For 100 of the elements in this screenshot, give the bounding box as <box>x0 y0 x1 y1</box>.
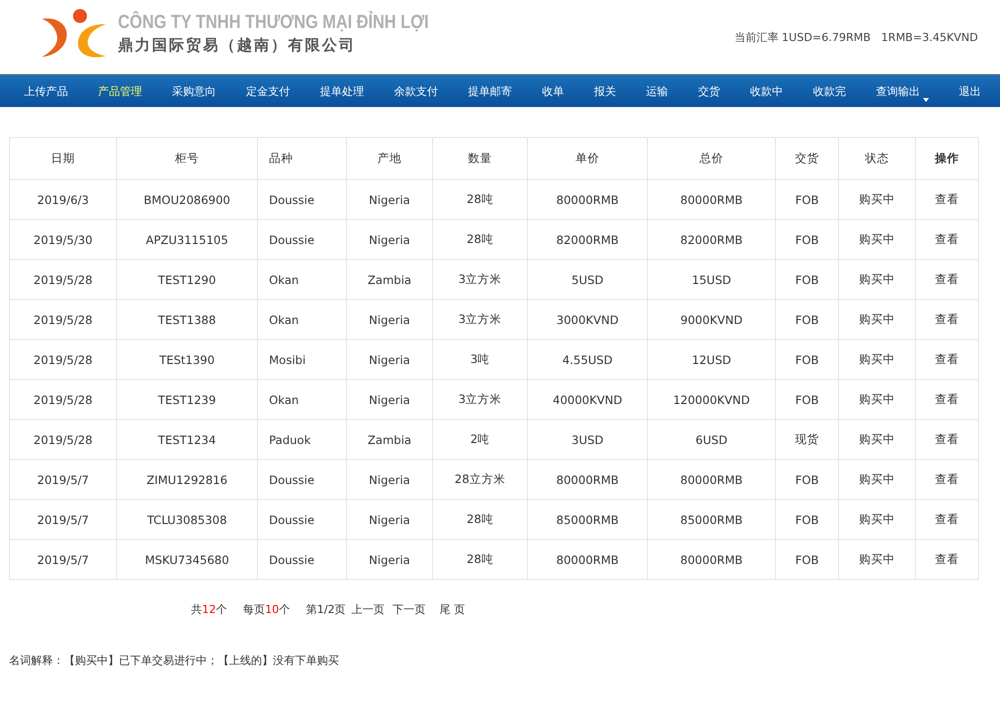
nav-link[interactable]: 查询输出 <box>876 84 929 98</box>
table-cell: 购买中 <box>859 192 895 206</box>
column-header: 状态 <box>838 138 916 180</box>
table-cell: BMOU2086900 <box>144 192 230 206</box>
view-link[interactable]: 查看 <box>935 232 959 246</box>
table-cell: 购买中 <box>859 432 895 446</box>
previous-page-link[interactable]: 上一页 <box>352 602 385 617</box>
table-cell: 3立方米 <box>458 392 502 406</box>
table-cell: 2019/5/7 <box>37 552 89 566</box>
table-cell: 82000RMB <box>556 232 619 246</box>
table-cell: 购买中 <box>859 392 895 406</box>
table-cell: Doussie <box>269 192 314 206</box>
view-link[interactable]: 查看 <box>935 312 959 326</box>
table-cell: 4.55USD <box>562 352 613 366</box>
table-cell: Mosibi <box>269 352 306 366</box>
nav-link[interactable]: 产品管理 <box>98 84 142 98</box>
last-page-link[interactable]: 尾 页 <box>440 602 466 617</box>
table-cell: Zambia <box>368 432 412 446</box>
table-cell: 2019/5/28 <box>34 272 92 286</box>
table-cell: 28吨 <box>466 192 494 206</box>
view-link[interactable]: 查看 <box>935 472 959 486</box>
table-cell: 80000RMB <box>680 192 743 206</box>
column-header: 单价 <box>528 138 648 180</box>
table-cell: 2019/5/28 <box>34 312 92 326</box>
table-cell: Nigeria <box>368 352 410 366</box>
nav-link[interactable]: 上传产品 <box>24 84 68 98</box>
view-link[interactable]: 查看 <box>935 552 959 566</box>
table-cell: 2吨 <box>470 432 490 446</box>
table-cell: 6USD <box>696 432 728 446</box>
table-cell: 购买中 <box>859 472 895 486</box>
nav-link[interactable]: 收款完 <box>813 84 846 98</box>
table-cell: Doussie <box>269 232 314 246</box>
table-cell: FOB <box>795 312 819 326</box>
company-name-vietnamese: CÔNG TY TNHH THƯƠNG MẠI ĐỈNH LỢI <box>118 12 429 34</box>
company-name-chinese: 鼎力国际贸易（越南）有限公司 <box>118 36 357 54</box>
table-cell: 80000RMB <box>680 472 743 486</box>
column-header: 产地 <box>346 138 432 180</box>
table-cell: Okan <box>269 312 299 326</box>
table-cell: Nigeria <box>368 512 410 526</box>
table-cell: 3立方米 <box>458 272 502 286</box>
table-cell: 3USD <box>572 432 604 446</box>
nav-link[interactable]: 提单处理 <box>320 84 364 98</box>
table-cell: 80000RMB <box>556 472 619 486</box>
table-cell: FOB <box>795 272 819 286</box>
nav-link[interactable]: 采购意向 <box>172 84 216 98</box>
nav-link[interactable]: 余款支付 <box>394 84 438 98</box>
view-link[interactable]: 查看 <box>935 352 959 366</box>
table-cell: 28立方米 <box>454 472 506 486</box>
table-cell: 9000KVND <box>680 312 743 326</box>
table-cell: MSKU7345680 <box>144 552 230 566</box>
view-link[interactable]: 查看 <box>935 192 959 206</box>
table-cell: 28吨 <box>466 552 494 566</box>
nav-link[interactable]: 运输 <box>646 84 668 98</box>
legend-text: 名词解释：【购买中】已下单交易进行中；【上线的】没有下单购买 <box>8 653 340 668</box>
nav-link[interactable]: 提单邮寄 <box>468 84 512 98</box>
table-cell: Okan <box>269 392 299 406</box>
table-cell: 80000RMB <box>680 552 743 566</box>
per-page-text: 每页10个 <box>243 602 290 617</box>
table-cell: Doussie <box>269 472 314 486</box>
table-cell: 28吨 <box>466 512 494 526</box>
next-page-link[interactable]: 下一页 <box>392 602 426 617</box>
table-cell: Paduok <box>269 432 311 446</box>
table-cell: FOB <box>795 192 819 206</box>
table-cell: Nigeria <box>368 552 410 566</box>
table-cell: 购买中 <box>859 512 895 526</box>
nav-link[interactable]: 退出 <box>959 84 981 98</box>
table-cell: 3000KVND <box>556 312 619 326</box>
table-cell: FOB <box>795 352 819 366</box>
table-cell: 12USD <box>692 352 732 366</box>
column-header: 数量 <box>432 138 528 180</box>
table-cell: 2019/5/28 <box>34 352 92 366</box>
table-cell: Nigeria <box>368 232 410 246</box>
table-cell: APZU3115105 <box>146 232 228 246</box>
table-cell: FOB <box>795 232 819 246</box>
table-cell: 80000RMB <box>556 552 619 566</box>
table-cell: TEST1234 <box>158 432 216 446</box>
table-cell: Nigeria <box>368 312 410 326</box>
table-cell: Nigeria <box>368 472 410 486</box>
table-cell: 购买中 <box>859 352 895 366</box>
table-cell: FOB <box>795 392 819 406</box>
table-cell: Zambia <box>368 272 412 286</box>
view-link[interactable]: 查看 <box>935 392 959 406</box>
view-link[interactable]: 查看 <box>935 432 959 446</box>
table-cell: ZIMU1292816 <box>146 472 228 486</box>
view-link[interactable]: 查看 <box>935 512 959 526</box>
table-cell: 28吨 <box>466 232 494 246</box>
view-link[interactable]: 查看 <box>935 272 959 286</box>
nav-link[interactable]: 交货 <box>698 84 720 98</box>
table-cell: FOB <box>795 472 819 486</box>
column-header: 品种 <box>258 138 346 180</box>
nav-link[interactable]: 报关 <box>594 84 616 98</box>
column-header: 操作 <box>916 138 978 180</box>
table-cell: 购买中 <box>859 312 895 326</box>
nav-link[interactable]: 收单 <box>542 84 564 98</box>
table-cell: 2019/6/3 <box>37 192 89 206</box>
exchange-rate-text: 当前汇率 1USD=6.79RMB 1RMB=3.45KVND <box>734 30 979 45</box>
table-cell: 5USD <box>572 272 604 286</box>
table-cell: 3吨 <box>470 352 490 366</box>
nav-link[interactable]: 收款中 <box>750 84 783 98</box>
nav-link[interactable]: 定金支付 <box>246 84 290 98</box>
